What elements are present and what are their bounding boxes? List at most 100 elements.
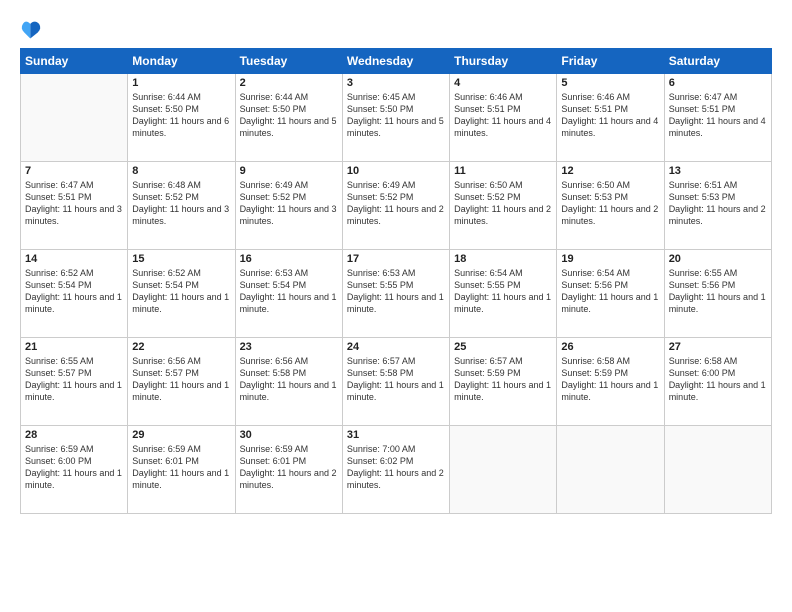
weekday-header: Thursday (450, 49, 557, 74)
calendar-cell: 8 Sunrise: 6:48 AMSunset: 5:52 PMDaylight… (128, 162, 235, 250)
day-info: Sunrise: 6:46 AMSunset: 5:51 PMDaylight:… (454, 91, 552, 140)
calendar-cell: 2 Sunrise: 6:44 AMSunset: 5:50 PMDaylight… (235, 74, 342, 162)
calendar-cell: 22 Sunrise: 6:56 AMSunset: 5:57 PMDayligh… (128, 338, 235, 426)
calendar-cell: 1 Sunrise: 6:44 AMSunset: 5:50 PMDaylight… (128, 74, 235, 162)
day-number: 30 (240, 429, 338, 441)
day-info: Sunrise: 6:59 AMSunset: 6:01 PMDaylight:… (240, 443, 338, 492)
calendar-cell: 19 Sunrise: 6:54 AMSunset: 5:56 PMDayligh… (557, 250, 664, 338)
day-info: Sunrise: 6:44 AMSunset: 5:50 PMDaylight:… (240, 91, 338, 140)
day-number: 1 (132, 77, 230, 89)
day-number: 9 (240, 165, 338, 177)
day-info: Sunrise: 6:46 AMSunset: 5:51 PMDaylight:… (561, 91, 659, 140)
calendar-cell: 17 Sunrise: 6:53 AMSunset: 5:55 PMDayligh… (342, 250, 449, 338)
day-info: Sunrise: 6:59 AMSunset: 6:00 PMDaylight:… (25, 443, 123, 492)
day-number: 22 (132, 341, 230, 353)
weekday-header: Friday (557, 49, 664, 74)
calendar-cell: 23 Sunrise: 6:56 AMSunset: 5:58 PMDayligh… (235, 338, 342, 426)
day-number: 21 (25, 341, 123, 353)
weekday-header: Wednesday (342, 49, 449, 74)
calendar-cell: 10Sunrise: 6:49 AMSunset: 5:52 PMDayligh… (342, 162, 449, 250)
day-info: Sunrise: 6:47 AMSunset: 5:51 PMDaylight:… (669, 91, 767, 140)
day-number: 15 (132, 253, 230, 265)
calendar-cell: 16Sunrise: 6:53 AMSunset: 5:54 PMDayligh… (235, 250, 342, 338)
day-info: Sunrise: 6:58 AMSunset: 5:59 PMDaylight:… (561, 355, 659, 404)
day-number: 19 (561, 253, 659, 265)
day-info: Sunrise: 6:44 AMSunset: 5:50 PMDaylight:… (132, 91, 230, 140)
day-info: Sunrise: 6:50 AMSunset: 5:52 PMDaylight:… (454, 179, 552, 228)
calendar-cell (21, 74, 128, 162)
calendar-cell: 15 Sunrise: 6:52 AMSunset: 5:54 PMDayligh… (128, 250, 235, 338)
calendar-cell: 28Sunrise: 6:59 AMSunset: 6:00 PMDayligh… (21, 426, 128, 514)
calendar-cell: 7 Sunrise: 6:47 AMSunset: 5:51 PMDaylight… (21, 162, 128, 250)
day-info: Sunrise: 6:47 AMSunset: 5:51 PMDaylight:… (25, 179, 123, 228)
day-number: 18 (454, 253, 552, 265)
day-info: Sunrise: 6:55 AMSunset: 5:57 PMDaylight:… (25, 355, 123, 404)
day-number: 29 (132, 429, 230, 441)
calendar-cell (450, 426, 557, 514)
day-info: Sunrise: 6:52 AMSunset: 5:54 PMDaylight:… (132, 267, 230, 316)
day-number: 8 (132, 165, 230, 177)
calendar-cell: 27 Sunrise: 6:58 AMSunset: 6:00 PMDayligh… (664, 338, 771, 426)
day-info: Sunrise: 6:45 AMSunset: 5:50 PMDaylight:… (347, 91, 445, 140)
calendar-cell: 20 Sunrise: 6:55 AMSunset: 5:56 PMDayligh… (664, 250, 771, 338)
day-info: Sunrise: 6:49 AMSunset: 5:52 PMDaylight:… (240, 179, 338, 228)
day-info: Sunrise: 6:58 AMSunset: 6:00 PMDaylight:… (669, 355, 767, 404)
day-info: Sunrise: 7:00 AMSunset: 6:02 PMDaylight:… (347, 443, 445, 492)
calendar-cell: 6 Sunrise: 6:47 AMSunset: 5:51 PMDaylight… (664, 74, 771, 162)
calendar-cell: 18 Sunrise: 6:54 AMSunset: 5:55 PMDayligh… (450, 250, 557, 338)
day-number: 20 (669, 253, 767, 265)
calendar-cell (557, 426, 664, 514)
calendar-week-row: 1 Sunrise: 6:44 AMSunset: 5:50 PMDaylight… (21, 74, 772, 162)
calendar-cell: 30 Sunrise: 6:59 AMSunset: 6:01 PMDayligh… (235, 426, 342, 514)
calendar-cell: 9 Sunrise: 6:49 AMSunset: 5:52 PMDaylight… (235, 162, 342, 250)
day-number: 16 (240, 253, 338, 265)
calendar-cell: 13 Sunrise: 6:51 AMSunset: 5:53 PMDayligh… (664, 162, 771, 250)
calendar-cell: 12Sunrise: 6:50 AMSunset: 5:53 PMDayligh… (557, 162, 664, 250)
calendar-week-row: 28Sunrise: 6:59 AMSunset: 6:00 PMDayligh… (21, 426, 772, 514)
calendar-cell: 5 Sunrise: 6:46 AMSunset: 5:51 PMDaylight… (557, 74, 664, 162)
day-number: 17 (347, 253, 445, 265)
day-info: Sunrise: 6:56 AMSunset: 5:57 PMDaylight:… (132, 355, 230, 404)
day-number: 2 (240, 77, 338, 89)
day-number: 13 (669, 165, 767, 177)
day-number: 11 (454, 165, 552, 177)
weekday-header: Monday (128, 49, 235, 74)
day-info: Sunrise: 6:48 AMSunset: 5:52 PMDaylight:… (132, 179, 230, 228)
header (20, 18, 772, 40)
day-info: Sunrise: 6:54 AMSunset: 5:56 PMDaylight:… (561, 267, 659, 316)
weekday-header: Tuesday (235, 49, 342, 74)
logo (20, 18, 46, 40)
calendar-cell: 26Sunrise: 6:58 AMSunset: 5:59 PMDayligh… (557, 338, 664, 426)
day-info: Sunrise: 6:51 AMSunset: 5:53 PMDaylight:… (669, 179, 767, 228)
day-info: Sunrise: 6:57 AMSunset: 5:58 PMDaylight:… (347, 355, 445, 404)
day-info: Sunrise: 6:56 AMSunset: 5:58 PMDaylight:… (240, 355, 338, 404)
calendar-cell: 24 Sunrise: 6:57 AMSunset: 5:58 PMDayligh… (342, 338, 449, 426)
day-info: Sunrise: 6:53 AMSunset: 5:55 PMDaylight:… (347, 267, 445, 316)
weekday-header-row: SundayMondayTuesdayWednesdayThursdayFrid… (21, 49, 772, 74)
weekday-header: Saturday (664, 49, 771, 74)
day-number: 6 (669, 77, 767, 89)
day-info: Sunrise: 6:50 AMSunset: 5:53 PMDaylight:… (561, 179, 659, 228)
day-info: Sunrise: 6:59 AMSunset: 6:01 PMDaylight:… (132, 443, 230, 492)
calendar-cell: 21 Sunrise: 6:55 AMSunset: 5:57 PMDayligh… (21, 338, 128, 426)
day-number: 7 (25, 165, 123, 177)
page: SundayMondayTuesdayWednesdayThursdayFrid… (0, 0, 792, 612)
calendar-week-row: 21 Sunrise: 6:55 AMSunset: 5:57 PMDayligh… (21, 338, 772, 426)
day-number: 14 (25, 253, 123, 265)
calendar-table: SundayMondayTuesdayWednesdayThursdayFrid… (20, 48, 772, 514)
calendar-week-row: 14 Sunrise: 6:52 AMSunset: 5:54 PMDayligh… (21, 250, 772, 338)
day-number: 3 (347, 77, 445, 89)
calendar-week-row: 7 Sunrise: 6:47 AMSunset: 5:51 PMDaylight… (21, 162, 772, 250)
day-number: 4 (454, 77, 552, 89)
day-number: 31 (347, 429, 445, 441)
day-number: 25 (454, 341, 552, 353)
day-number: 27 (669, 341, 767, 353)
calendar-cell: 11 Sunrise: 6:50 AMSunset: 5:52 PMDayligh… (450, 162, 557, 250)
day-info: Sunrise: 6:57 AMSunset: 5:59 PMDaylight:… (454, 355, 552, 404)
calendar-cell (664, 426, 771, 514)
day-number: 23 (240, 341, 338, 353)
day-number: 5 (561, 77, 659, 89)
day-info: Sunrise: 6:55 AMSunset: 5:56 PMDaylight:… (669, 267, 767, 316)
day-info: Sunrise: 6:54 AMSunset: 5:55 PMDaylight:… (454, 267, 552, 316)
day-number: 24 (347, 341, 445, 353)
